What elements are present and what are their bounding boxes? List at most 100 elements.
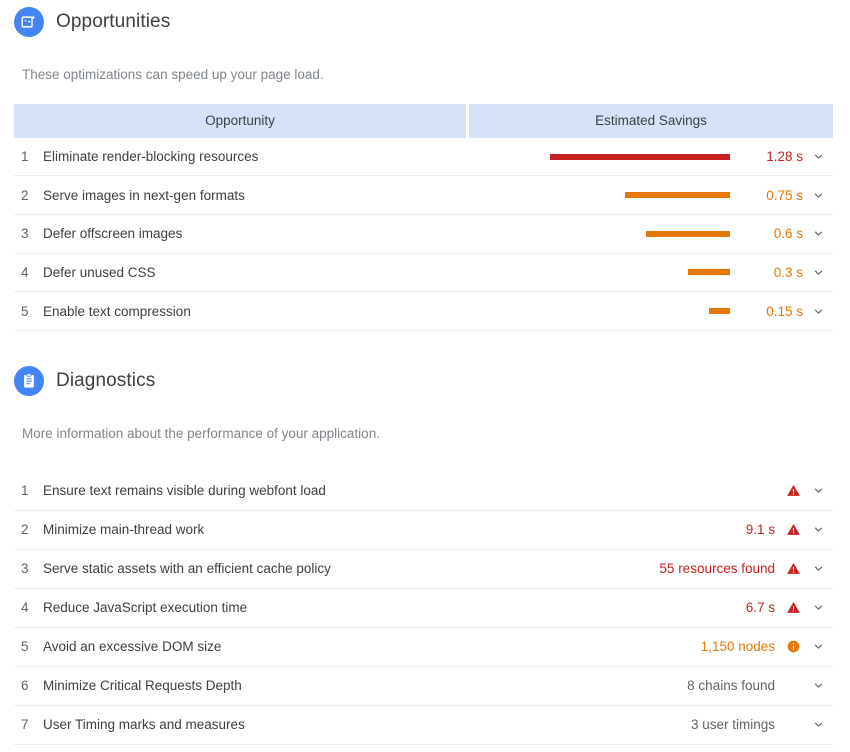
opportunity-row[interactable]: 1 Eliminate render-blocking resources 1.28… [14,138,833,177]
opportunities-table: Opportunity Estimated Savings 1 Eliminate… [14,103,833,331]
diagnostic-row[interactable]: 3 Serve static assets with an efficient c… [14,550,833,589]
diagnostic-value-cell: 9.1 s [746,522,833,537]
diagnostic-title: Serve static assets with an efficient ca… [43,561,331,577]
diagnostic-row[interactable]: 6 Minimize Critical Requests Depth 8 chain… [14,667,833,706]
opportunity-row[interactable]: 3 Defer offscreen images 0.6 s [14,215,833,254]
row-index: 2 [21,522,29,538]
chevron-down-icon[interactable] [803,640,833,653]
warning-triangle-icon [783,561,803,576]
chevron-down-icon[interactable] [803,150,833,163]
row-index: 5 [21,639,29,655]
diagnostic-title: User Timing marks and measures [43,717,245,733]
opportunity-savings-cell: 0.6 s [550,226,833,241]
row-index: 4 [21,600,29,616]
diagnostic-value-cell: 8 chains found [687,678,833,693]
row-index: 3 [21,561,29,577]
diagnostic-value: 6.7 s [745,600,775,616]
diagnostic-title: Reduce JavaScript execution time [43,600,248,616]
opportunity-title: Serve images in next-gen formats [43,187,245,203]
row-index: 1 [21,483,29,499]
warning-triangle-icon [783,522,803,537]
diagnostic-title: Minimize Critical Requests Depth [43,678,242,694]
chevron-down-icon[interactable] [803,305,833,318]
section-title: Diagnostics [56,369,156,391]
row-index: 1 [21,149,29,165]
column-header-estimated-savings: Estimated Savings [469,103,833,138]
diagnostic-value: 3 user timings [690,717,775,733]
diagnostic-value-cell: 1,150 nodes [701,639,833,654]
opportunity-row[interactable]: 4 Defer unused CSS 0.3 s [14,254,833,293]
opportunity-row[interactable]: 5 Enable text compression 0.15 s [14,292,833,331]
savings-bar [550,153,730,160]
image-plus-icon [14,7,44,37]
diagnostic-value: 8 chains found [687,678,775,694]
diagnostics-header: Diagnostics [0,363,850,399]
diagnostic-row[interactable]: 1 Ensure text remains visible during webf… [14,472,833,511]
opportunity-title: Defer unused CSS [43,264,156,280]
chevron-down-icon[interactable] [803,679,833,692]
opportunity-title: Defer offscreen images [43,226,183,242]
diagnostic-value-cell: 3 user timings [691,717,833,732]
savings-bar-track [550,192,730,199]
savings-bar-track [550,153,730,160]
row-index: 5 [21,303,29,319]
opportunity-row[interactable]: 2 Serve images in next-gen formats 0.75 s [14,176,833,216]
lighthouse-report-panel: Opportunities These optimizations can sp… [0,4,850,752]
opportunity-title: Enable text compression [43,303,191,319]
savings-value: 0.3 s [773,264,803,280]
diagnostics-row-list: 1 Ensure text remains visible during webf… [14,472,833,745]
diagnostics-description: More information about the performance o… [22,425,380,441]
opportunities-description: These optimizations can speed up your pa… [22,67,324,82]
diagnostic-row[interactable]: 2 Minimize main-thread work 9.1 s [14,511,833,550]
savings-value: 1.28 s [766,149,803,165]
opportunities-header: Opportunities [0,4,850,40]
row-index: 7 [21,717,29,733]
opportunities-table-header: Opportunity Estimated Savings [14,103,833,138]
opportunity-savings-cell: 0.3 s [550,265,833,280]
diagnostic-title: Avoid an excessive DOM size [43,639,222,655]
row-index: 4 [21,264,29,280]
row-index: 6 [21,678,29,694]
chevron-down-icon[interactable] [803,523,833,536]
opportunity-title: Eliminate render-blocking resources [43,149,259,165]
diagnostics-table: 1 Ensure text remains visible during webf… [14,472,833,745]
savings-bar [645,230,730,237]
section-title: Opportunities [56,11,171,32]
chevron-down-icon[interactable] [803,562,833,575]
savings-bar-track [550,230,730,237]
chevron-down-icon[interactable] [803,266,833,279]
column-header-opportunity: Opportunity [14,103,466,138]
savings-bar [708,308,730,315]
savings-bar-track [550,269,730,276]
diagnostic-row[interactable]: 7 User Timing marks and measures 3 user ti… [14,706,833,745]
chevron-down-icon[interactable] [803,718,833,731]
row-index: 3 [21,226,29,242]
savings-bar [687,269,730,276]
opportunity-savings-cell: 0.75 s [550,188,833,203]
warning-triangle-icon [783,483,803,498]
chevron-down-icon[interactable] [803,601,833,614]
diagnostic-value: 1,150 nodes [700,639,775,655]
savings-value: 0.75 s [766,187,803,203]
diagnostic-value-cell: 55 resources found [659,561,833,576]
savings-bar-track [550,308,730,315]
chevron-down-icon[interactable] [803,484,833,497]
savings-bar [624,192,730,199]
row-index: 2 [21,187,29,203]
chevron-down-icon[interactable] [803,189,833,202]
diagnostic-row[interactable]: 5 Avoid an excessive DOM size 1,150 nodes [14,628,833,667]
opportunity-savings-cell: 0.15 s [550,304,833,319]
savings-value: 0.6 s [773,226,803,242]
opportunity-savings-cell: 1.28 s [550,149,833,164]
clipboard-icon [14,365,44,396]
diagnostic-value: 55 resources found [659,561,775,577]
chevron-down-icon[interactable] [803,227,833,240]
diagnostic-title: Minimize main-thread work [43,522,205,538]
diagnostic-value-cell: 6.7 s [746,600,833,615]
savings-value: 0.15 s [766,303,803,319]
warning-triangle-icon [783,600,803,615]
opportunities-row-list: 1 Eliminate render-blocking resources 1.28… [14,138,833,331]
diagnostic-value-cell [775,483,833,498]
diagnostic-row[interactable]: 4 Reduce JavaScript execution time 6.7 s [14,589,833,628]
info-circle-icon [783,639,803,654]
